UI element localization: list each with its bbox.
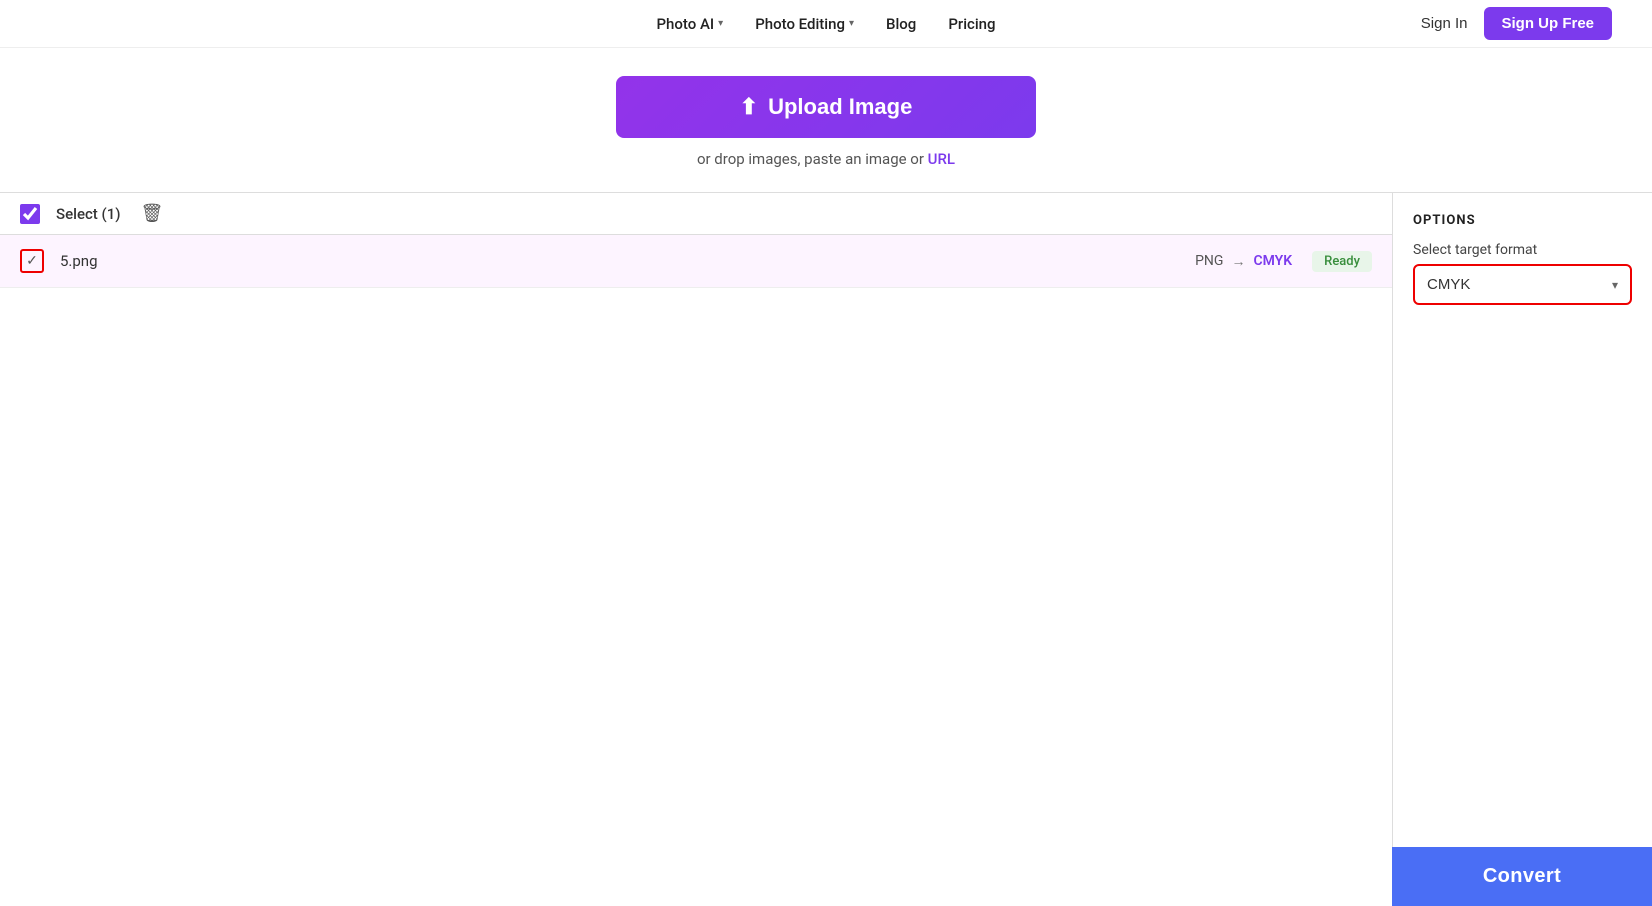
nav-label-photo-ai: Photo AI — [656, 15, 714, 33]
nav-label-pricing: Pricing — [948, 15, 995, 33]
format-select-wrap: CMYK PNG JPG WEBP GIF BMP TIFF ▾ — [1413, 264, 1632, 305]
navbar: Photo AI ▾ Photo Editing ▾ Blog Pricing … — [0, 0, 1652, 48]
format-select[interactable]: CMYK PNG JPG WEBP GIF BMP TIFF — [1415, 266, 1630, 303]
source-format: PNG — [1195, 253, 1223, 269]
file-format-info: PNG → CMYK — [1195, 253, 1292, 270]
url-link[interactable]: URL — [928, 150, 955, 168]
select-label: Select (1) — [56, 205, 121, 223]
select-arrow-wrap: CMYK PNG JPG WEBP GIF BMP TIFF ▾ — [1415, 266, 1630, 303]
file-list: Select (1) 🗑 ✓ 5.png PNG → CMYK Ready — [0, 192, 1392, 850]
content-area: Select (1) 🗑 ✓ 5.png PNG → CMYK Ready — [0, 192, 1652, 850]
sign-in-button[interactable]: Sign In — [1421, 15, 1468, 32]
nav-right: Sign In Sign Up Free — [996, 7, 1612, 40]
target-format: CMYK — [1253, 253, 1292, 269]
chevron-down-icon-2: ▾ — [849, 18, 854, 29]
upload-label: Upload Image — [768, 94, 912, 120]
status-badge: Ready — [1312, 251, 1372, 272]
select-target-label: Select target format — [1413, 242, 1632, 258]
nav-label-photo-editing: Photo Editing — [755, 15, 845, 33]
convert-button[interactable]: Convert — [1392, 847, 1652, 906]
nav-label-blog: Blog — [886, 15, 916, 33]
upload-button[interactable]: ⬆ Upload Image — [616, 76, 1036, 138]
convert-button-wrap: Convert — [1392, 847, 1652, 906]
select-all-checkbox[interactable] — [20, 204, 40, 224]
nav-item-blog[interactable]: Blog — [886, 15, 916, 33]
options-panel: OPTIONS Select target format CMYK PNG JP… — [1392, 192, 1652, 850]
chevron-down-icon: ▾ — [718, 18, 723, 29]
drop-text: or drop images, paste an image or URL — [697, 150, 955, 168]
nav-center: Photo AI ▾ Photo Editing ▾ Blog Pricing — [656, 15, 995, 33]
nav-item-photo-editing[interactable]: Photo Editing ▾ — [755, 15, 854, 33]
file-name: 5.png — [60, 252, 1195, 270]
sign-up-button[interactable]: Sign Up Free — [1484, 7, 1613, 40]
options-title: OPTIONS — [1413, 213, 1632, 228]
table-row: ✓ 5.png PNG → CMYK Ready — [0, 235, 1392, 288]
upload-icon: ⬆ — [740, 94, 758, 120]
file-checkbox-wrap: ✓ — [20, 249, 44, 273]
file-list-header: Select (1) 🗑 — [0, 193, 1392, 235]
nav-item-pricing[interactable]: Pricing — [948, 15, 995, 33]
delete-icon[interactable]: 🗑 — [141, 203, 164, 224]
check-icon: ✓ — [22, 251, 42, 271]
arrow-right-icon: → — [1231, 253, 1245, 270]
main-content: ⬆ Upload Image or drop images, paste an … — [0, 48, 1652, 850]
nav-item-photo-ai[interactable]: Photo AI ▾ — [656, 15, 723, 33]
